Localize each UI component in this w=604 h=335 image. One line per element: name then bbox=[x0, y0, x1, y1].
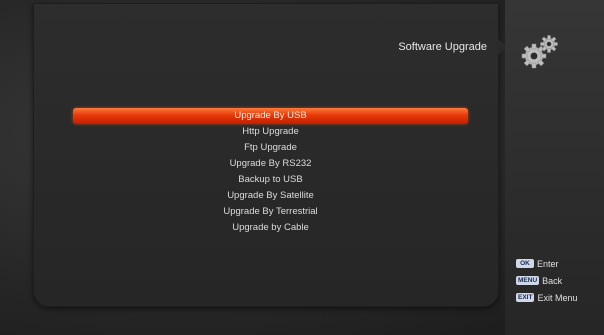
menu-item-backup-to-usb[interactable]: Backup to USB bbox=[73, 172, 468, 188]
menu-item-upgrade-by-terrestrial[interactable]: Upgrade By Terrestrial bbox=[73, 204, 468, 220]
menu-item-upgrade-by-usb[interactable]: Upgrade By USB bbox=[73, 108, 468, 124]
menu-item-upgrade-by-rs232[interactable]: Upgrade By RS232 bbox=[73, 156, 468, 172]
key-hints: OK Enter MENU Back EXIT Exit Menu bbox=[516, 255, 602, 306]
menu-item-ftp-upgrade[interactable]: Ftp Upgrade bbox=[73, 140, 468, 156]
menu-key-icon: MENU bbox=[516, 276, 540, 285]
page-title: Software Upgrade bbox=[398, 41, 487, 53]
gears-icon bbox=[520, 34, 560, 70]
ok-key-icon: OK bbox=[516, 259, 534, 268]
upgrade-menu: Upgrade By USB Http Upgrade Ftp Upgrade … bbox=[73, 108, 468, 236]
hint-back: MENU Back bbox=[516, 272, 602, 289]
hint-enter: OK Enter bbox=[516, 255, 602, 272]
hint-exit: EXIT Exit Menu bbox=[516, 289, 602, 306]
menu-item-upgrade-by-satellite[interactable]: Upgrade By Satellite bbox=[73, 188, 468, 204]
menu-item-upgrade-by-cable[interactable]: Upgrade by Cable bbox=[73, 220, 468, 236]
hint-label-exit: Exit Menu bbox=[537, 292, 578, 303]
exit-key-icon: EXIT bbox=[516, 293, 535, 302]
menu-item-http-upgrade[interactable]: Http Upgrade bbox=[73, 124, 468, 140]
hint-label-enter: Enter bbox=[537, 258, 559, 269]
hint-label-back: Back bbox=[542, 275, 563, 286]
